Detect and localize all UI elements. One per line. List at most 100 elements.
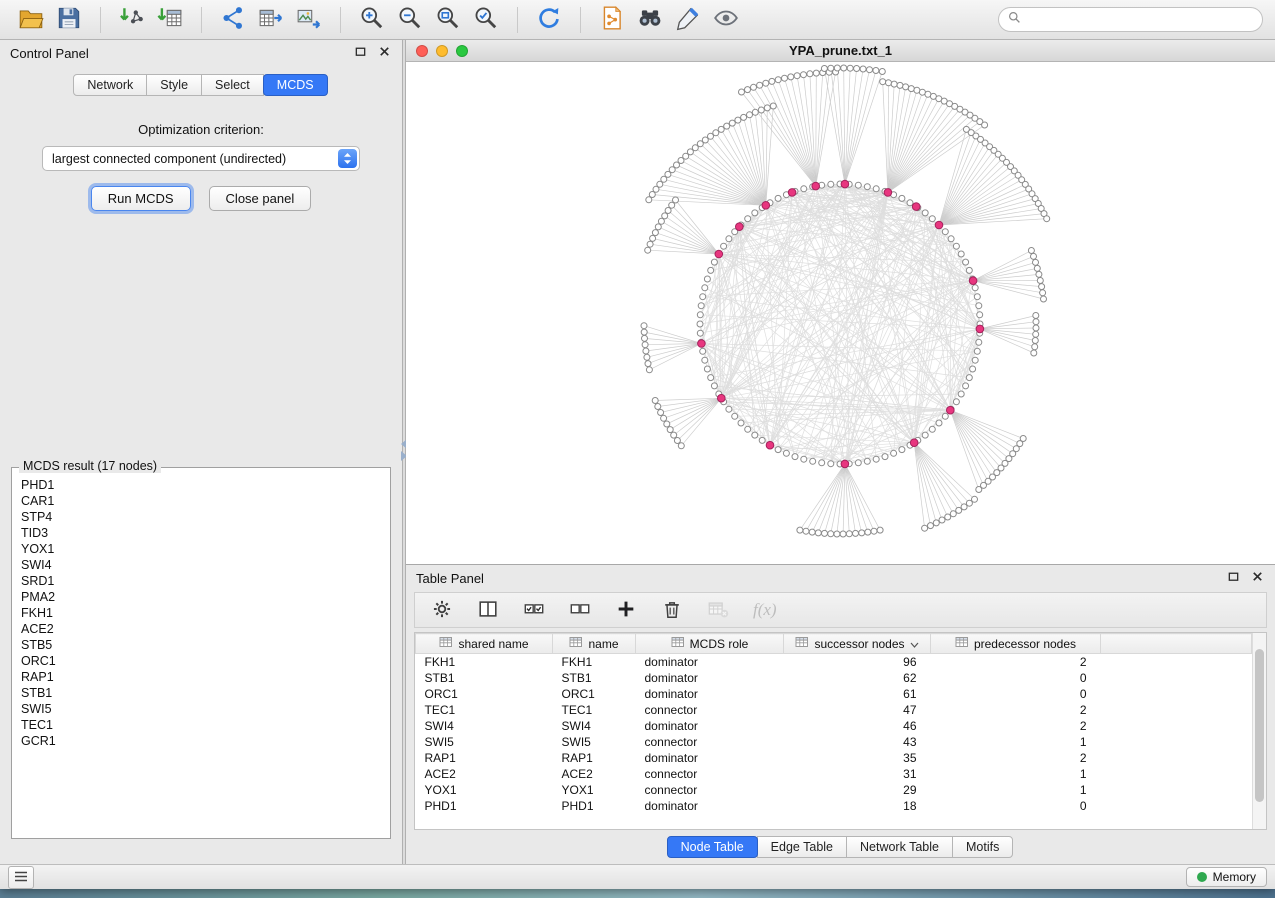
tab-mcds[interactable]: MCDS <box>263 74 328 96</box>
network-canvas[interactable] <box>406 62 1275 564</box>
import-table-file-button[interactable] <box>155 3 185 36</box>
result-node[interactable]: SWI5 <box>21 701 381 717</box>
result-node[interactable]: STP4 <box>21 509 381 525</box>
open-session-icon <box>18 5 44 34</box>
table-row[interactable]: STB1STB1dominator620 <box>416 670 1252 686</box>
result-node[interactable]: YOX1 <box>21 541 381 557</box>
mcds-result-title: MCDS result (17 nodes) <box>19 459 161 473</box>
add-row-button[interactable] <box>615 598 637 623</box>
search-box[interactable] <box>998 7 1263 32</box>
tab-motifs[interactable]: Motifs <box>952 836 1013 858</box>
run-mcds-button[interactable]: Run MCDS <box>91 186 191 211</box>
zoom-out-button[interactable] <box>395 3 425 36</box>
table-row[interactable]: TEC1TEC1connector472 <box>416 702 1252 718</box>
deselect-all-rows-icon <box>569 598 591 623</box>
tab-network-table[interactable]: Network Table <box>846 836 953 858</box>
result-node[interactable]: PHD1 <box>21 477 381 493</box>
zoom-in-button[interactable] <box>357 3 387 36</box>
optimization-select[interactable]: largest connected component (undirected) <box>42 146 360 171</box>
table-row[interactable]: ORC1ORC1dominator610 <box>416 686 1252 702</box>
network-window-titlebar[interactable]: YPA_prune.txt_1 <box>406 40 1275 62</box>
memory-button[interactable]: Memory <box>1186 867 1267 887</box>
tab-node-table[interactable]: Node Table <box>667 836 758 858</box>
import-network-file-button[interactable] <box>117 3 147 36</box>
table-row[interactable]: RAP1RAP1dominator352 <box>416 750 1252 766</box>
tab-select[interactable]: Select <box>201 74 264 96</box>
settings-gear-button[interactable] <box>431 598 453 623</box>
add-row-icon <box>615 598 637 623</box>
tab-network[interactable]: Network <box>73 74 147 96</box>
control-panel-float-button[interactable] <box>353 44 368 62</box>
cell-predecessor-nodes: 1 <box>931 782 1101 798</box>
result-node[interactable]: RAP1 <box>21 669 381 685</box>
network-document-share-button[interactable] <box>597 3 627 36</box>
cell-predecessor-nodes: 1 <box>931 734 1101 750</box>
window-close-button[interactable] <box>416 45 428 57</box>
column-layout-button[interactable] <box>477 598 499 623</box>
column-header-mcds-role[interactable]: MCDS role <box>636 634 784 654</box>
result-node[interactable]: TID3 <box>21 525 381 541</box>
show-hide-graphics-icon <box>713 5 739 34</box>
save-session-button[interactable] <box>54 3 84 36</box>
table-panel-title: Table Panel <box>416 571 484 586</box>
open-session-button[interactable] <box>16 3 46 36</box>
table-row[interactable]: FKH1FKH1dominator962 <box>416 654 1252 670</box>
export-image-button[interactable] <box>294 3 324 36</box>
search-network-button[interactable] <box>635 3 665 36</box>
table-row[interactable]: SWI4SWI4dominator462 <box>416 718 1252 734</box>
refresh-layout-button[interactable] <box>534 3 564 36</box>
result-node[interactable]: SRD1 <box>21 573 381 589</box>
column-header-name[interactable]: name <box>553 634 636 654</box>
optimization-label: Optimization criterion: <box>138 122 264 137</box>
result-node[interactable]: PMA2 <box>21 589 381 605</box>
result-node[interactable]: FKH1 <box>21 605 381 621</box>
scrollbar-thumb[interactable] <box>1255 649 1264 802</box>
result-node[interactable]: ORC1 <box>21 653 381 669</box>
export-table-button[interactable] <box>256 3 286 36</box>
table-row[interactable]: YOX1YOX1connector291 <box>416 782 1252 798</box>
main-toolbar <box>0 0 1275 40</box>
zoom-selected-button[interactable] <box>471 3 501 36</box>
window-minimize-button[interactable] <box>436 45 448 57</box>
table-vertical-scrollbar[interactable] <box>1252 633 1266 829</box>
close-panel-button[interactable]: Close panel <box>209 186 312 211</box>
network-graph[interactable] <box>406 62 1275 564</box>
cell-mcds-role: connector <box>636 734 784 750</box>
table-panel-float-button[interactable] <box>1226 569 1241 587</box>
table-row[interactable]: PHD1PHD1dominator180 <box>416 798 1252 814</box>
search-input[interactable] <box>1027 13 1253 27</box>
result-node[interactable]: TEC1 <box>21 717 381 733</box>
result-node[interactable]: STB1 <box>21 685 381 701</box>
table-row[interactable]: ACE2ACE2connector311 <box>416 766 1252 782</box>
select-all-rows-button[interactable] <box>523 598 545 623</box>
column-type-icon <box>569 635 583 652</box>
tab-style[interactable]: Style <box>146 74 202 96</box>
cell-predecessor-nodes: 0 <box>931 798 1101 814</box>
result-node[interactable]: CAR1 <box>21 493 381 509</box>
clear-table-icon <box>707 598 729 623</box>
apply-style-button[interactable] <box>673 3 703 36</box>
delete-row-button[interactable] <box>661 598 683 623</box>
column-header-predecessor-nodes[interactable]: predecessor nodes <box>931 634 1101 654</box>
mcds-result-list[interactable]: PHD1CAR1STP4TID3YOX1SWI4SRD1PMA2FKH1ACE2… <box>12 468 390 838</box>
column-header-successor-nodes[interactable]: successor nodes <box>784 634 931 654</box>
tab-edge-table[interactable]: Edge Table <box>757 836 847 858</box>
table-panel-close-button[interactable] <box>1250 569 1265 587</box>
control-panel-close-button[interactable] <box>377 44 392 62</box>
result-node[interactable]: ACE2 <box>21 621 381 637</box>
column-header-shared-name[interactable]: shared name <box>416 634 553 654</box>
export-network-button[interactable] <box>218 3 248 36</box>
window-controls <box>416 45 468 57</box>
cell-name: ORC1 <box>553 686 636 702</box>
result-node[interactable]: STB5 <box>21 637 381 653</box>
zoom-fit-button[interactable] <box>433 3 463 36</box>
show-hide-graphics-button[interactable] <box>711 3 741 36</box>
window-zoom-button[interactable] <box>456 45 468 57</box>
column-header-filler <box>1101 634 1252 654</box>
result-node[interactable]: GCR1 <box>21 733 381 749</box>
status-menu-button[interactable] <box>8 866 34 889</box>
deselect-all-rows-button[interactable] <box>569 598 591 623</box>
result-node[interactable]: SWI4 <box>21 557 381 573</box>
table-row[interactable]: SWI5SWI5connector431 <box>416 734 1252 750</box>
table-scroll-area[interactable]: shared namenameMCDS rolesuccessor nodesp… <box>415 633 1252 829</box>
